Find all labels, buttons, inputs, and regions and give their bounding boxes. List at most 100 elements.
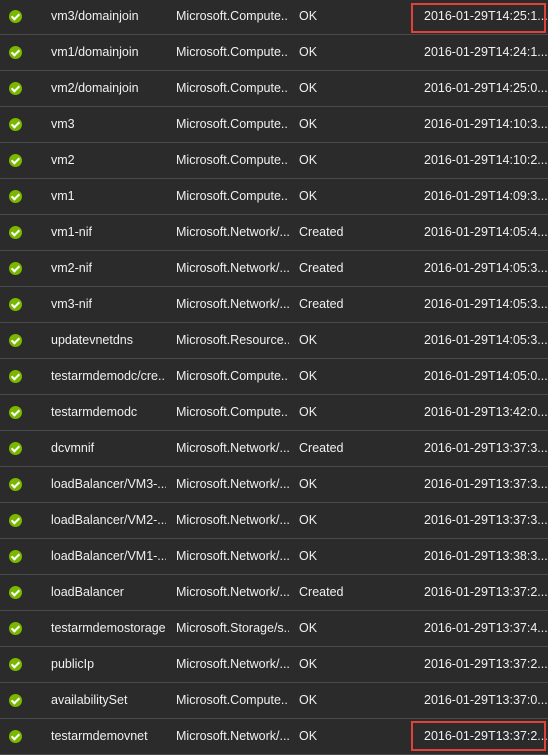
resource-type-cell: Microsoft.Network/... [176, 549, 289, 563]
status-text-cell: Created [299, 585, 344, 599]
timestamp-cell: 2016-01-29T14:09:3... [424, 189, 548, 203]
status-text-cell: Created [299, 441, 344, 455]
success-check-icon [9, 586, 22, 599]
success-check-icon [9, 550, 22, 563]
table-row[interactable]: updatevnetdns Microsoft.Resource... OK 2016… [0, 323, 548, 359]
resource-type-cell: Microsoft.Network/... [176, 585, 289, 599]
status-cell [9, 215, 25, 250]
status-text-cell: Created [299, 297, 344, 311]
resource-name-cell: loadBalancer/VM3-... [51, 477, 166, 491]
success-check-icon [9, 514, 22, 527]
table-row[interactable]: vm1 Microsoft.Compute... OK 2016-01-29T14:0… [0, 179, 548, 215]
success-check-icon [9, 334, 22, 347]
table-row[interactable]: loadBalancer/VM1-... Microsoft.Network/..… [0, 539, 548, 575]
resource-name-cell: vm1-nif [51, 225, 92, 239]
success-check-icon [9, 10, 22, 23]
table-row[interactable]: loadBalancer/VM2-... Microsoft.Network/..… [0, 503, 548, 539]
resource-type-cell: Microsoft.Compute... [176, 81, 289, 95]
status-text-cell: OK [299, 405, 318, 419]
table-row[interactable]: availabilitySet Microsoft.Compute... OK 201… [0, 683, 548, 719]
status-text-cell: OK [299, 729, 318, 743]
resource-type-cell: Microsoft.Storage/s... [176, 621, 289, 635]
success-check-icon [9, 442, 22, 455]
status-text-cell: OK [299, 693, 318, 707]
resource-name-cell: loadBalancer/VM1-... [51, 549, 166, 563]
table-row[interactable]: vm2/domainjoin Microsoft.Compute... OK 2016… [0, 71, 548, 107]
success-check-icon [9, 262, 22, 275]
status-text-cell: OK [299, 549, 318, 563]
table-row[interactable]: dcvmnif Microsoft.Network/... Created 2016-… [0, 431, 548, 467]
status-text-cell: OK [299, 117, 318, 131]
table-row[interactable]: vm2 Microsoft.Compute... OK 2016-01-29T14:1… [0, 143, 548, 179]
success-check-icon [9, 658, 22, 671]
table-row[interactable]: testarmdemostorage Microsoft.Storage/s...… [0, 611, 548, 647]
resource-type-cell: Microsoft.Compute... [176, 153, 289, 167]
table-row[interactable]: vm1-nif Microsoft.Network/... Created 2016-… [0, 215, 548, 251]
table-row[interactable]: vm3-nif Microsoft.Network/... Created 2016-… [0, 287, 548, 323]
success-check-icon [9, 154, 22, 167]
status-cell [9, 539, 25, 574]
status-text-cell: OK [299, 45, 318, 59]
table-row[interactable]: publicIp Microsoft.Network/... OK 2016-01-2… [0, 647, 548, 683]
success-check-icon [9, 406, 22, 419]
resource-name-cell: testarmdemodc/cre... [51, 369, 166, 383]
status-text-cell: OK [299, 9, 318, 23]
status-cell [9, 647, 25, 682]
timestamp-cell: 2016-01-29T13:37:2... [424, 585, 548, 599]
success-check-icon [9, 298, 22, 311]
timestamp-cell: 2016-01-29T13:37:4... [424, 621, 548, 635]
table-row[interactable]: testarmdemodc/cre... Microsoft.Compute...… [0, 359, 548, 395]
success-check-icon [9, 370, 22, 383]
resource-type-cell: Microsoft.Network/... [176, 513, 289, 527]
table-row[interactable]: vm2-nif Microsoft.Network/... Created 2016-… [0, 251, 548, 287]
resource-name-cell: vm2/domainjoin [51, 81, 139, 95]
status-text-cell: Created [299, 225, 344, 239]
resource-type-cell: Microsoft.Network/... [176, 441, 289, 455]
success-check-icon [9, 190, 22, 203]
resource-type-cell: Microsoft.Compute... [176, 693, 289, 707]
status-cell [9, 395, 25, 430]
status-cell [9, 35, 25, 70]
status-cell [9, 0, 25, 34]
status-text-cell: OK [299, 333, 318, 347]
table-row[interactable]: testarmdemodc Microsoft.Compute... OK 2016-… [0, 395, 548, 431]
status-text-cell: OK [299, 189, 318, 203]
timestamp-cell: 2016-01-29T13:37:2... [424, 657, 548, 671]
status-cell [9, 611, 25, 646]
success-check-icon [9, 46, 22, 59]
status-text-cell: OK [299, 369, 318, 383]
table-row[interactable]: vm1/domainjoin Microsoft.Compute... OK 2016… [0, 35, 548, 71]
resource-name-cell: vm3/domainjoin [51, 9, 139, 23]
status-cell [9, 719, 25, 754]
resource-type-cell: Microsoft.Network/... [176, 657, 289, 671]
timestamp-cell: 2016-01-29T14:25:1... [424, 9, 548, 23]
success-check-icon [9, 478, 22, 491]
timestamp-cell: 2016-01-29T14:05:4... [424, 225, 548, 239]
table-row[interactable]: vm3/domainjoin Microsoft.Compute... OK 2016… [0, 0, 548, 35]
resource-name-cell: testarmdemodc [51, 405, 138, 419]
timestamp-cell: 2016-01-29T14:05:3... [424, 261, 548, 275]
resource-name-cell: updatevnetdns [51, 333, 134, 347]
table-row[interactable]: loadBalancer Microsoft.Network/... Created… [0, 575, 548, 611]
timestamp-cell: 2016-01-29T13:38:3... [424, 549, 548, 563]
resource-name-cell: vm2-nif [51, 261, 92, 275]
table-row[interactable]: vm3 Microsoft.Compute... OK 2016-01-29T14:1… [0, 107, 548, 143]
timestamp-cell: 2016-01-29T13:37:0... [424, 693, 548, 707]
success-check-icon [9, 694, 22, 707]
resource-type-cell: Microsoft.Network/... [176, 477, 289, 491]
status-cell [9, 431, 25, 466]
status-cell [9, 179, 25, 214]
status-text-cell: OK [299, 81, 318, 95]
status-cell [9, 287, 25, 322]
status-cell [9, 107, 25, 142]
timestamp-cell: 2016-01-29T14:05:3... [424, 297, 548, 311]
timestamp-cell: 2016-01-29T13:37:3... [424, 513, 548, 527]
resource-name-cell: publicIp [51, 657, 95, 671]
status-cell [9, 467, 25, 502]
resource-type-cell: Microsoft.Resource... [176, 333, 289, 347]
status-cell [9, 503, 25, 538]
timestamp-cell: 2016-01-29T14:10:2... [424, 153, 548, 167]
table-row[interactable]: loadBalancer/VM3-... Microsoft.Network/..… [0, 467, 548, 503]
timestamp-cell: 2016-01-29T14:05:0... [424, 369, 548, 383]
status-cell [9, 359, 25, 394]
